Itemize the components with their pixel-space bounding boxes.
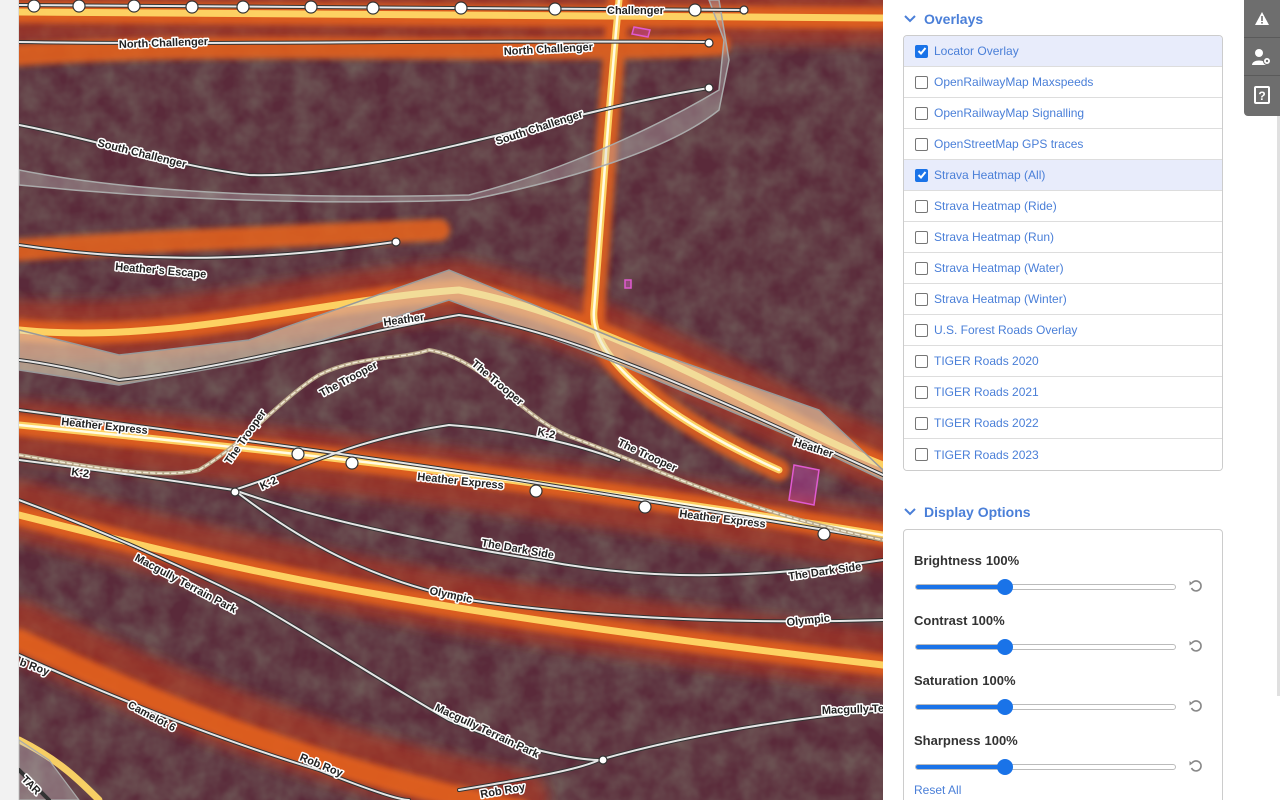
map-canvas[interactable]: Challenger North Challenger North Challe… xyxy=(19,0,883,800)
overlay-checkbox[interactable] xyxy=(915,230,928,244)
overlay-checkbox[interactable] xyxy=(915,448,928,461)
overlay-label: U.S. Forest Roads Overlay xyxy=(934,323,1078,337)
overlay-checkbox[interactable] xyxy=(915,292,928,306)
map-left-edge xyxy=(0,0,19,800)
overlay-label: Strava Heatmap (Water) xyxy=(934,261,1064,275)
display-options-toggle[interactable]: Display Options xyxy=(883,500,1031,524)
overlay-item[interactable]: Strava Heatmap (Winter) xyxy=(904,284,1222,315)
slider-fill xyxy=(916,705,1006,709)
overlay-item[interactable]: OpenStreetMap GPS traces xyxy=(904,129,1222,160)
overlay-checkbox[interactable] xyxy=(915,44,928,58)
slider-value: 100% xyxy=(971,613,1005,628)
issues-button[interactable] xyxy=(1244,0,1280,38)
overlay-label: Strava Heatmap (All) xyxy=(934,168,1046,182)
overlay-item[interactable]: U.S. Forest Roads Overlay xyxy=(904,315,1222,346)
overlays-title: Overlays xyxy=(924,11,984,27)
overlay-checkbox[interactable] xyxy=(915,75,928,89)
slider-row: Sharpness 100% xyxy=(914,710,1212,775)
overlay-item[interactable]: TIGER Roads 2022 xyxy=(904,408,1222,439)
overlay-item[interactable]: Strava Heatmap (Ride) xyxy=(904,191,1222,222)
overlay-label: OpenStreetMap GPS traces xyxy=(934,137,1084,151)
slider-thumb[interactable] xyxy=(997,759,1014,775)
slider-label: Contrast 100% xyxy=(914,613,1009,628)
overlay-label: Strava Heatmap (Run) xyxy=(934,230,1055,244)
road-label: Challenger xyxy=(607,5,665,17)
overlay-item[interactable]: Strava Heatmap (All) xyxy=(904,160,1222,191)
overlay-item[interactable]: TIGER Roads 2021 xyxy=(904,377,1222,408)
chevron-down-icon xyxy=(904,508,916,516)
slider-row: Saturation 100% xyxy=(914,650,1212,715)
map-view[interactable]: Challenger North Challenger North Challe… xyxy=(19,0,883,800)
overlay-checkbox[interactable] xyxy=(915,106,928,120)
slider-name: Contrast xyxy=(914,613,968,628)
road-label: K-2 xyxy=(71,466,90,480)
slider-label: Saturation 100% xyxy=(914,673,1020,688)
map-data-panel: Overlays Locator Overlay OpenRailwayMap M… xyxy=(883,0,1244,800)
overlay-checkbox[interactable] xyxy=(915,323,928,337)
slider-name: Saturation xyxy=(914,673,979,688)
chevron-down-icon xyxy=(904,15,916,23)
overlay-label: TIGER Roads 2022 xyxy=(934,416,1039,430)
slider-fill xyxy=(916,645,1006,649)
preferences-button[interactable] xyxy=(1244,38,1280,76)
overlay-list: Locator Overlay OpenRailwayMap Maxspeeds O… xyxy=(903,35,1223,471)
overlay-checkbox[interactable] xyxy=(915,137,928,151)
slider-fill xyxy=(916,765,1006,769)
overlay-label: TIGER Roads 2020 xyxy=(934,354,1039,368)
overlay-checkbox[interactable] xyxy=(915,385,928,399)
overlay-label: TIGER Roads 2023 xyxy=(934,447,1039,462)
slider-value: 100% xyxy=(985,553,1020,568)
overlay-item[interactable]: TIGER Roads 2023 xyxy=(904,439,1222,470)
overlay-item[interactable]: TIGER Roads 2020 xyxy=(904,346,1222,377)
reset-icon[interactable] xyxy=(1188,758,1204,774)
road-label: Macgully Te xyxy=(822,703,883,717)
checkmark-icon xyxy=(917,171,926,179)
user-settings-icon xyxy=(1252,48,1271,65)
help-button[interactable]: ? xyxy=(1244,76,1280,114)
reset-all-link[interactable]: Reset All xyxy=(914,783,961,797)
overlay-label: Strava Heatmap (Ride) xyxy=(934,199,1057,213)
overlay-label: Locator Overlay xyxy=(934,44,1019,58)
svg-text:?: ? xyxy=(1258,89,1265,103)
slider-label: Brightness 100% xyxy=(914,553,1023,568)
overlay-label: OpenRailwayMap Signalling xyxy=(934,106,1085,120)
slider-row: Brightness 100% xyxy=(914,530,1212,595)
slider-name: Sharpness xyxy=(914,733,981,748)
overlay-label: Strava Heatmap (Winter) xyxy=(934,292,1067,306)
overlay-label: TIGER Roads 2021 xyxy=(934,385,1039,399)
slider-label: Sharpness 100% xyxy=(914,733,1022,748)
checkmark-icon xyxy=(917,47,926,55)
slider-track[interactable] xyxy=(915,764,1176,770)
overlay-checkbox[interactable] xyxy=(915,416,928,430)
overlay-item[interactable]: Locator Overlay xyxy=(904,36,1222,67)
overlay-item[interactable]: OpenRailwayMap Maxspeeds xyxy=(904,67,1222,98)
slider-value: 100% xyxy=(982,673,1016,688)
overlay-item[interactable]: Strava Heatmap (Water) xyxy=(904,253,1222,284)
overlay-item[interactable]: OpenRailwayMap Signalling xyxy=(904,98,1222,129)
display-options-title: Display Options xyxy=(924,504,1031,520)
slider-value: 100% xyxy=(984,733,1018,748)
warning-icon xyxy=(1255,11,1269,25)
slider-fill xyxy=(916,585,1006,589)
overlay-checkbox[interactable] xyxy=(915,354,928,368)
slider-name: Brightness xyxy=(914,553,982,568)
help-icon: ? xyxy=(1254,86,1270,104)
right-toolbar: ? xyxy=(1244,0,1280,116)
overlays-section-toggle[interactable]: Overlays xyxy=(883,7,983,31)
overlay-checkbox[interactable] xyxy=(915,199,928,213)
slider-row: Contrast 100% xyxy=(914,590,1212,655)
overlay-checkbox[interactable] xyxy=(915,261,928,275)
overlay-checkbox[interactable] xyxy=(915,168,928,182)
overlay-label: OpenRailwayMap Maxspeeds xyxy=(934,75,1094,89)
overlay-item[interactable]: Strava Heatmap (Run) xyxy=(904,222,1222,253)
display-options-panel: Brightness 100% Contrast 100% Saturation 100%… xyxy=(903,529,1223,800)
